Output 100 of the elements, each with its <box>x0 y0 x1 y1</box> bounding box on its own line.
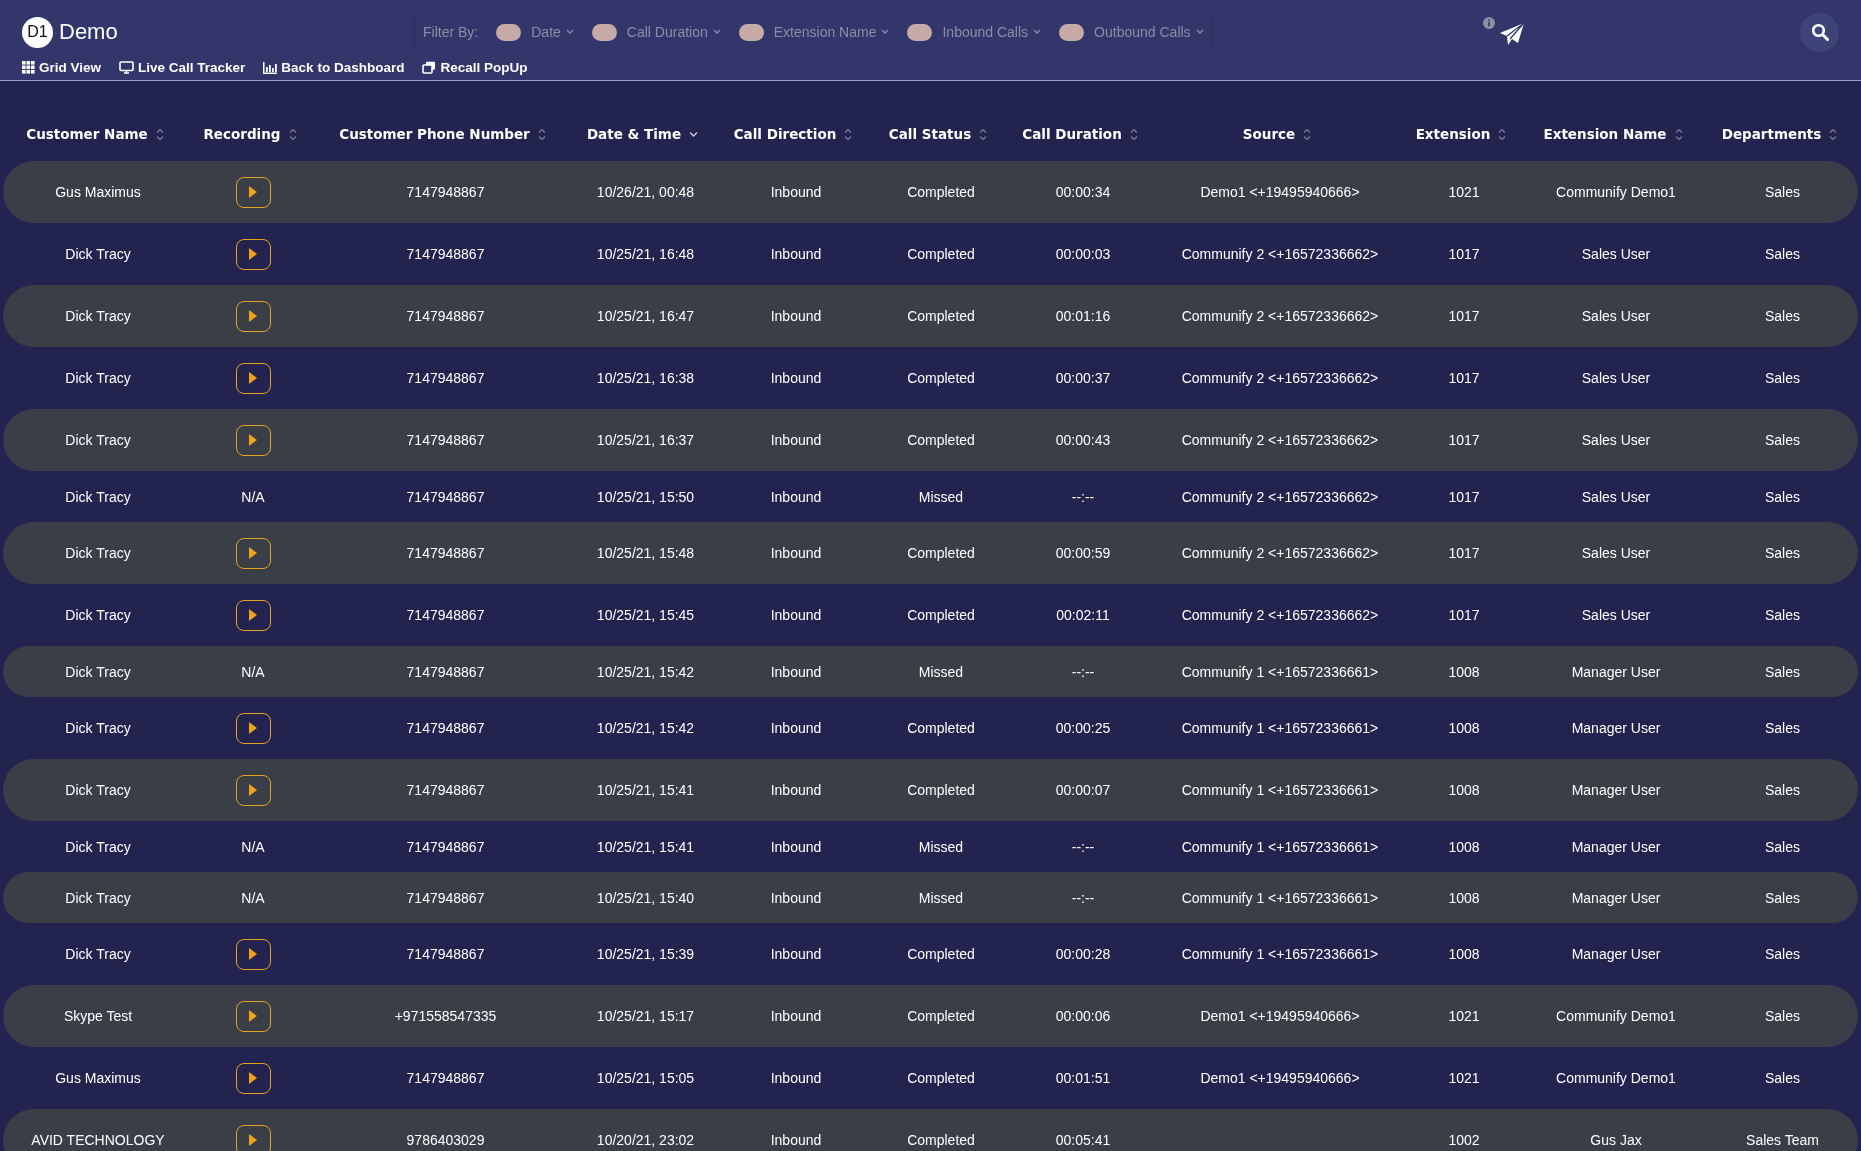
table-cell-text: Gus Maximus <box>54 1070 142 1086</box>
table-cell-text: Gus Maximus <box>54 184 142 200</box>
play-button[interactable] <box>235 238 271 270</box>
table-cell-text: Communify Demo1 <box>1555 1008 1677 1024</box>
table-cell-text: Completed <box>906 782 976 798</box>
table-cell-text: 10/25/21, 16:38 <box>595 370 696 386</box>
column-header[interactable]: Date & Time <box>575 126 710 142</box>
filter-toggle[interactable] <box>591 23 617 41</box>
table-cell-text: 1017 <box>1447 370 1481 386</box>
table-cell-text: 10/25/21, 15:39 <box>595 946 696 962</box>
column-header[interactable]: Departments <box>1698 126 1861 142</box>
filter-dropdown[interactable]: Inbound Calls <box>942 24 1042 40</box>
table-cell-text: Communify 2 <+16572336662> <box>1180 607 1380 623</box>
column-header[interactable]: Extension <box>1394 126 1528 142</box>
table-cell-text: Missed <box>917 488 965 505</box>
table-cell-text: 1008 <box>1447 663 1481 680</box>
filter-toggle[interactable] <box>907 23 933 41</box>
column-header[interactable]: Recording <box>190 126 310 142</box>
chevron-down-icon <box>1195 29 1204 35</box>
nav-link[interactable]: Recall PopUp <box>422 60 528 75</box>
table-cell-text: 00:00:59 <box>1054 545 1112 561</box>
table-cell-text: Completed <box>906 946 976 962</box>
play-icon <box>249 248 257 260</box>
play-button[interactable] <box>235 537 271 569</box>
table-cell-text: Missed <box>917 838 965 855</box>
table-cell-text: Communify 1 <+16572336661> <box>1180 889 1380 906</box>
table-cell-text: Inbound <box>769 432 823 448</box>
play-button[interactable] <box>235 1000 271 1032</box>
info-icon <box>1483 16 1495 29</box>
nav-link[interactable]: Back to Dashboard <box>263 60 405 75</box>
play-button[interactable] <box>235 424 271 456</box>
column-header[interactable]: Customer Phone Number <box>310 126 575 142</box>
table-cell-text: 00:05:41 <box>1054 1132 1112 1148</box>
search-button[interactable] <box>1800 12 1839 52</box>
table-cell-text: 10/25/21, 15:45 <box>595 607 696 623</box>
play-button[interactable] <box>235 176 271 208</box>
table-cell-text: Inbound <box>769 607 823 623</box>
table-cell-text: Sales <box>1764 545 1801 561</box>
play-icon <box>249 1010 257 1022</box>
table-cell-text: Sales <box>1764 488 1801 505</box>
table-cell-text: N/A <box>240 889 266 906</box>
nav-link[interactable]: Grid View <box>22 60 102 75</box>
filter-dropdown[interactable]: Call Duration <box>626 24 721 40</box>
table-cell-text: 10/25/21, 15:42 <box>595 663 696 680</box>
table-cell-text: Missed <box>917 663 965 680</box>
play-button[interactable] <box>235 712 271 744</box>
table-cell-text: 1017 <box>1447 607 1481 623</box>
table-cell-text: Inbound <box>769 782 823 798</box>
play-button[interactable] <box>235 1062 271 1094</box>
table-cell-text: Sales User <box>1580 488 1652 505</box>
column-header[interactable]: Call Direction <box>710 126 876 142</box>
filter-toggle[interactable] <box>496 23 522 41</box>
table-cell-text: 7147948867 <box>405 720 486 736</box>
monitor-icon <box>119 61 135 74</box>
play-icon <box>249 372 257 384</box>
filter-dropdown[interactable]: Extension Name <box>773 24 890 40</box>
play-icon <box>249 186 257 198</box>
table-cell-text: 00:00:06 <box>1054 1008 1112 1024</box>
nav-link[interactable]: Live Call Tracker <box>119 60 246 75</box>
table-cell-text: Demo1 <+19495940666> <box>1199 1008 1361 1024</box>
play-button[interactable] <box>235 300 271 332</box>
table-cell-text: 7147948867 <box>405 246 486 262</box>
table-cell-text: Inbound <box>769 889 823 906</box>
column-header[interactable]: Call Status <box>876 126 1000 142</box>
table-cell-text: Sales <box>1764 308 1801 324</box>
table-cell-text: Sales <box>1764 946 1801 962</box>
table-cell-text: 1008 <box>1447 720 1481 736</box>
table-cell-text: Sales <box>1764 889 1801 906</box>
column-header[interactable]: Extension Name <box>1528 126 1698 142</box>
table-cell-text: Dick Tracy <box>64 889 132 906</box>
table-cell-text: 7147948867 <box>405 782 486 798</box>
column-header[interactable]: Source <box>1160 126 1394 142</box>
table-cell-text: 7147948867 <box>405 946 486 962</box>
table-cell-text: Sales <box>1764 663 1801 680</box>
play-icon <box>249 1072 257 1084</box>
play-button[interactable] <box>235 599 271 631</box>
play-button[interactable] <box>235 774 271 806</box>
filter-dropdown[interactable]: Outbound Calls <box>1094 24 1204 40</box>
table-cell-text: N/A <box>240 663 266 680</box>
windows-icon <box>422 61 437 74</box>
table-cell-text: Dick Tracy <box>64 838 132 855</box>
column-header[interactable]: Customer Name <box>0 126 190 142</box>
table-cell-text: Sales <box>1764 1008 1801 1024</box>
filter-toggle[interactable] <box>1059 23 1085 41</box>
table-cell-text: N/A <box>240 838 266 855</box>
table-cell-text: 1017 <box>1447 488 1481 505</box>
play-button[interactable] <box>235 938 271 970</box>
filter-toggle[interactable] <box>738 23 764 41</box>
table-cell-text: 7147948867 <box>405 889 486 906</box>
play-button[interactable] <box>235 362 271 394</box>
play-icon <box>249 547 257 559</box>
table-cell-text: Sales <box>1764 432 1801 448</box>
table-cell-text: 10/25/21, 15:41 <box>595 782 696 798</box>
table-cell-text: 7147948867 <box>405 838 486 855</box>
table-cell-text: Manager User <box>1570 720 1662 736</box>
table-cell-text: Dick Tracy <box>64 545 132 561</box>
table-cell-text: 7147948867 <box>405 308 486 324</box>
play-button[interactable] <box>235 1124 271 1151</box>
table-cell-text: 9786403029 <box>405 1132 486 1148</box>
column-header[interactable]: Call Duration <box>1000 126 1160 142</box>
